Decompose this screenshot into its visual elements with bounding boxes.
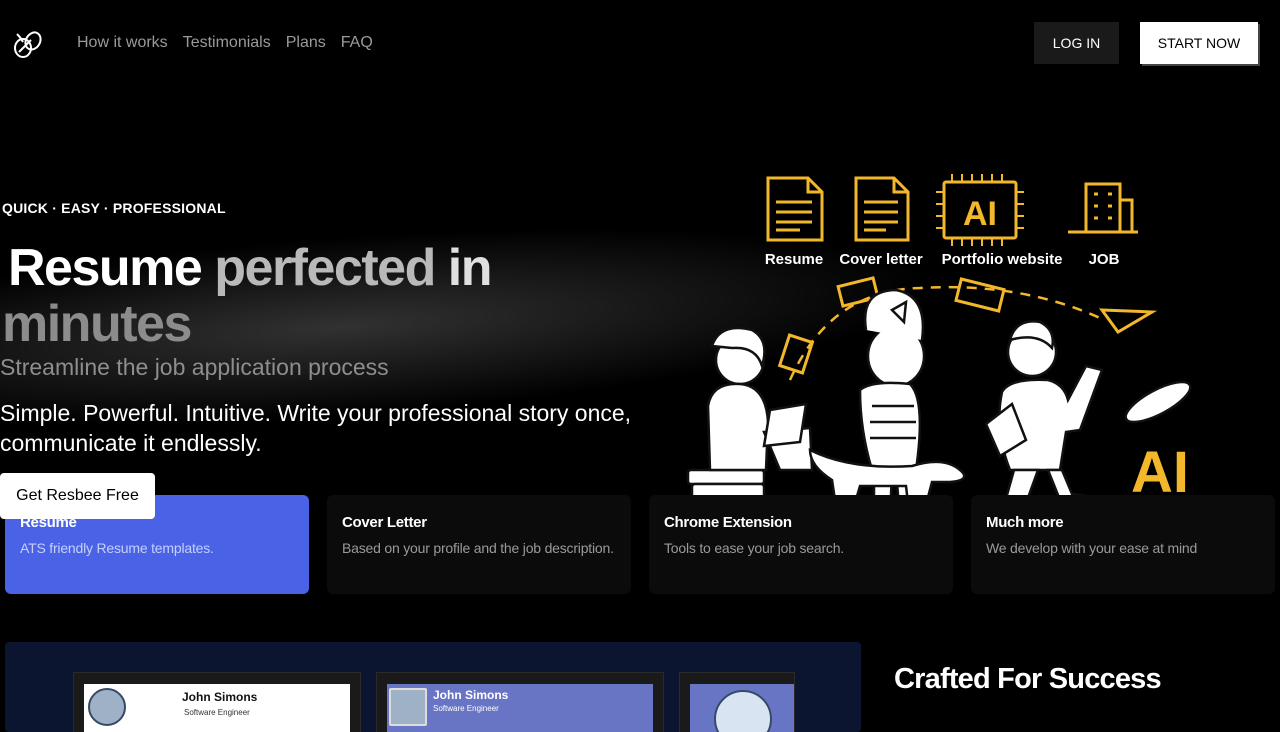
ai-chip-text: AI bbox=[963, 195, 997, 233]
feature-desc: We develop with your ease at mind bbox=[986, 540, 1198, 556]
flight-path bbox=[788, 285, 1101, 381]
resume-template-paper: John Simons Software Engineer bbox=[387, 684, 653, 732]
cover-letter-doc-icon bbox=[854, 176, 910, 242]
hero-subhead: Streamline the job application process bbox=[0, 354, 389, 380]
main-nav: How it works Testimonials Plans FAQ bbox=[77, 33, 373, 53]
template-role: Software Engineer bbox=[433, 704, 499, 713]
template-name: John Simons bbox=[182, 690, 258, 704]
resume-template-paper bbox=[690, 684, 794, 732]
resume-template-card[interactable] bbox=[679, 672, 795, 732]
headline-word-minutes: minutes bbox=[2, 295, 192, 353]
nav-faq[interactable]: FAQ bbox=[341, 33, 373, 53]
resume-template-card[interactable]: John Simons Software Engineer bbox=[73, 672, 361, 732]
label-cover-letter: Cover letter bbox=[839, 251, 923, 268]
feature-card-chrome-extension[interactable]: Chrome Extension Tools to ease your job … bbox=[649, 495, 953, 594]
nav-testimonials[interactable]: Testimonials bbox=[183, 33, 271, 53]
label-job: JOB bbox=[1089, 251, 1120, 268]
resume-template-paper: John Simons Software Engineer bbox=[84, 684, 350, 732]
people-illustration bbox=[684, 288, 1192, 522]
building-icon bbox=[1068, 182, 1138, 234]
feature-card-much-more[interactable]: Much more We develop with your ease at m… bbox=[971, 495, 1275, 594]
hero-headline: Resume perfected in minutes bbox=[2, 240, 642, 352]
feature-title: Much more bbox=[986, 514, 1064, 531]
feature-desc: Based on your profile and the job descri… bbox=[342, 540, 614, 556]
hero-illustration: AI Resume Cover letter Portfolio website… bbox=[684, 174, 1192, 522]
feature-card-cover-letter[interactable]: Cover Letter Based on your profile and t… bbox=[327, 495, 631, 594]
crafted-heading: Crafted For Success bbox=[894, 663, 1162, 695]
nav-how-it-works[interactable]: How it works bbox=[77, 33, 168, 53]
hero-tagline: QUICK · EASY · PROFESSIONAL bbox=[2, 200, 226, 216]
hero-lede: Simple. Powerful. Intuitive. Write your … bbox=[0, 400, 632, 456]
template-preview-panel: John Simons Software Engineer John Simon… bbox=[5, 642, 861, 732]
resume-doc-icon bbox=[766, 176, 824, 242]
headline-word-resume: Resume bbox=[8, 239, 203, 297]
login-button[interactable]: LOG IN bbox=[1034, 22, 1119, 64]
resbee-logo-icon[interactable] bbox=[11, 28, 43, 60]
feature-title: Chrome Extension bbox=[664, 514, 792, 531]
get-resbee-free-button[interactable]: Get Resbee Free bbox=[0, 473, 155, 519]
avatar bbox=[88, 688, 126, 726]
feature-desc: Tools to ease your job search. bbox=[664, 540, 844, 556]
feature-title: Cover Letter bbox=[342, 514, 427, 531]
avatar bbox=[714, 690, 772, 732]
nav-plans[interactable]: Plans bbox=[286, 33, 326, 53]
template-role: Software Engineer bbox=[184, 708, 250, 717]
template-name: John Simons bbox=[433, 688, 509, 702]
paper-plane-icon bbox=[1098, 308, 1158, 334]
label-resume: Resume bbox=[765, 251, 823, 268]
headline-word-in: in bbox=[447, 239, 493, 297]
feature-desc: ATS friendly Resume templates. bbox=[20, 540, 214, 556]
label-portfolio-website: Portfolio website bbox=[942, 251, 1063, 268]
avatar bbox=[389, 688, 427, 726]
resume-template-card[interactable]: John Simons Software Engineer bbox=[376, 672, 664, 732]
headline-word-perfected: perfected bbox=[214, 239, 436, 297]
start-now-button[interactable]: START NOW bbox=[1140, 22, 1258, 64]
